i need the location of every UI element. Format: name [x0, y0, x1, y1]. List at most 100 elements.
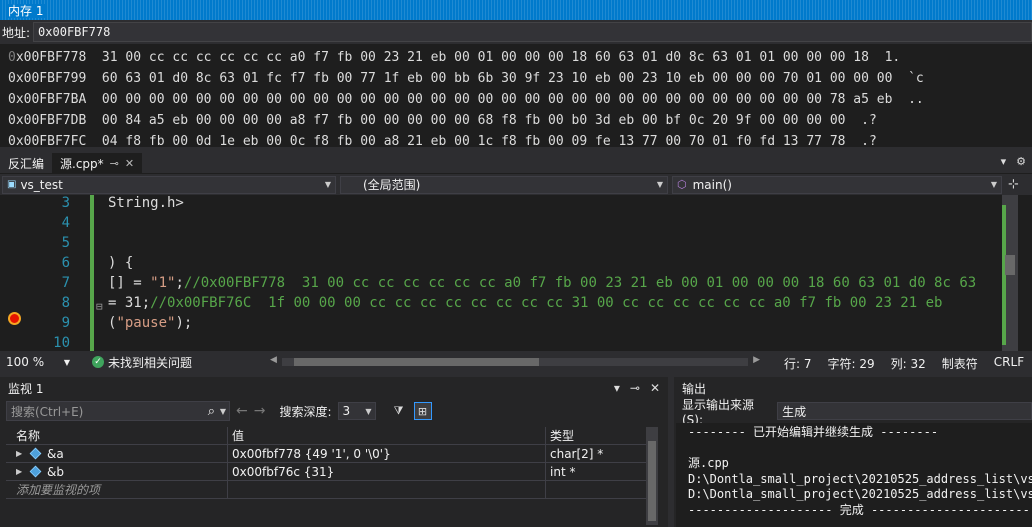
line-gutter: 3 4 5 6 7 8 9 10	[0, 195, 94, 351]
dropdown-icon[interactable]: ▾	[614, 381, 620, 395]
project-label: vs_test	[20, 177, 63, 192]
col-indicator: 列: 32	[890, 357, 926, 371]
output-source-dropdown[interactable]: 生成	[777, 402, 1032, 420]
memory-row-bytes[interactable]: 00 00 00 00 00 00 00 00 00 00 00 00 00 0…	[86, 92, 893, 107]
tab-dropdown-icon[interactable]: ▾	[1001, 155, 1007, 168]
hex-display-icon[interactable]: ⊞	[413, 402, 432, 420]
code-line[interactable]: ) {	[108, 255, 133, 271]
zoom-dropdown[interactable]: 100 % ▼	[6, 353, 74, 371]
chevron-down-icon: ▼	[656, 180, 663, 189]
issues-indicator[interactable]: ✓ 未找到相关问题	[92, 354, 252, 371]
address-label: 地址:	[2, 25, 31, 40]
scroll-thumb[interactable]	[294, 358, 539, 366]
memory-row: 0x00FBF7BA 00 00 00 00 00 00 00 00 00 00…	[8, 89, 1032, 110]
watch-title: 监视 1	[8, 381, 44, 396]
line-number: 8	[61, 295, 70, 311]
watch-vertical-scrollbar[interactable]	[646, 427, 658, 525]
tab-disassembly-label: 反汇编	[8, 156, 45, 171]
scroll-right-icon[interactable]: ▶	[753, 355, 760, 365]
memory-row-bytes[interactable]: 31 00 cc cc cc cc cc cc a0 f7 fb 00 23 2…	[86, 50, 869, 65]
change-indicator-bar	[90, 195, 94, 351]
scroll-thumb[interactable]	[1005, 255, 1015, 275]
column-value[interactable]: 值	[228, 427, 546, 444]
memory-window: 内存 1 地址: 0x00FBF778 0x00FBF778 31 00 cc …	[0, 0, 1032, 149]
memory-row-address: 0x00FBF799	[8, 71, 87, 86]
code-line[interactable]: ("pause");	[108, 315, 192, 331]
memory-row-bytes[interactable]: 60 63 01 d0 8c 63 01 fc f7 fb 00 77 1f e…	[86, 71, 893, 86]
expand-icon[interactable]: ▶	[16, 449, 24, 458]
chevron-down-icon: ▼	[990, 180, 997, 189]
scroll-thumb[interactable]	[648, 441, 656, 521]
breakpoint-icon[interactable]	[8, 312, 21, 325]
split-editor-icon[interactable]: ⊹	[1008, 177, 1019, 192]
search-depth-dropdown[interactable]: 3 ▼	[337, 402, 376, 420]
variable-icon	[29, 447, 42, 460]
close-icon[interactable]: ✕	[650, 381, 660, 395]
close-icon[interactable]: ✕	[125, 157, 134, 170]
chevron-down-icon: ▼	[365, 406, 372, 416]
search-icon[interactable]: ⌕	[208, 404, 215, 419]
column-name[interactable]: 名称	[6, 427, 228, 444]
code-area[interactable]: 3 4 5 6 7 8 9 10 ⊟ String.h>) {[] = "1";//0x00F…	[0, 195, 1032, 351]
eol-indicator[interactable]: CRLF	[994, 355, 1024, 372]
collapse-icon[interactable]: ⊟	[96, 300, 103, 313]
output-line: -------------------- 完成 ----------------…	[688, 502, 1030, 517]
code-line[interactable]: String.h>	[108, 195, 184, 211]
editor-vertical-scrollbar[interactable]	[1002, 195, 1018, 351]
memory-row-address: 0x00FBF7DB	[8, 113, 87, 128]
forward-arrow-icon[interactable]: →	[254, 403, 266, 419]
watch-row[interactable]: ▶ &b 0x00fbf76c {31} int *	[6, 463, 654, 481]
watch-search-input[interactable]: 搜索(Ctrl+E) ⌕ ▼	[6, 401, 230, 421]
tab-source-cpp[interactable]: 源.cpp* ⊸ ✕	[52, 153, 143, 173]
editor-horizontal-scrollbar[interactable]: ◀ ▶	[270, 355, 760, 369]
gear-icon[interactable]: ⚙	[1016, 155, 1026, 168]
navigation-bar: ▣ vs_test ▼ (全局范围) ▼ ⬡ main() ▼ ⊹	[0, 173, 1032, 195]
check-circle-icon: ✓	[92, 356, 104, 368]
pin-icon[interactable]: ⊸	[110, 157, 119, 170]
pin-icon[interactable]: ⊸	[630, 381, 640, 395]
watch-row-name: &b	[47, 464, 64, 479]
output-text[interactable]: -------- 已开始编辑并继续生成 -------- 源.cpp D:\Dont…	[676, 423, 1032, 527]
add-watch-row[interactable]: 添加要监视的项	[6, 481, 654, 499]
watch-row-value[interactable]: 0x00fbf76c {31}	[228, 463, 546, 480]
expand-icon[interactable]: ▶	[16, 467, 24, 476]
chevron-down-icon: ▼	[63, 357, 70, 367]
column-type[interactable]: 类型	[546, 427, 650, 444]
line-number: 5	[61, 235, 70, 251]
memory-window-title[interactable]: 内存 1	[0, 0, 1032, 20]
memory-row: 0x00FBF778 31 00 cc cc cc cc cc cc a0 f7…	[8, 47, 1032, 68]
add-watch-placeholder[interactable]: 添加要监视的项	[6, 481, 228, 498]
memory-title-label: 内存 1	[8, 4, 48, 18]
memory-row-address: 0x00FBF7BA	[8, 92, 87, 107]
code-token: ;	[175, 275, 184, 291]
chevron-down-icon[interactable]: ▼	[220, 407, 226, 416]
code-token: );	[175, 315, 193, 331]
watch-title-bar[interactable]: 监视 1 ▾ ⊸ ✕	[0, 377, 668, 399]
memory-row-bytes[interactable]: 00 84 a5 eb 00 00 00 00 a8 f7 fb 00 00 0…	[86, 113, 846, 128]
method-icon: ⬡	[677, 178, 687, 191]
back-arrow-icon[interactable]: ←	[236, 403, 248, 419]
watch-row[interactable]: ▶ &a 0x00fbf778 {49 '1', 0 '\0'} char[2]…	[6, 445, 654, 463]
watch-row-value[interactable]: 0x00fbf778 {49 '1', 0 '\0'}	[228, 445, 546, 462]
project-dropdown[interactable]: ▣ vs_test ▼	[2, 175, 336, 194]
code-line[interactable]: [] = "1";//0x00FBF778 31 00 cc cc cc cc …	[108, 275, 976, 291]
output-source-bar: 显示输出来源(S): 生成	[674, 398, 1032, 427]
line-number: 4	[61, 215, 70, 231]
filter-icon[interactable]: ⧩	[390, 402, 408, 420]
scroll-left-icon[interactable]: ◀	[270, 355, 277, 365]
code-token: [] =	[108, 275, 151, 291]
address-input[interactable]: 0x00FBF778	[33, 22, 1032, 42]
watch-grid: 名称 值 类型 ▶ &a 0x00fbf778 {49 '1', 0 '\0'}…	[6, 427, 654, 499]
tab-disassembly[interactable]: 反汇编	[0, 153, 52, 173]
member-dropdown[interactable]: ⬡ main() ▼	[672, 175, 1002, 194]
watch-row-type: int *	[550, 464, 576, 479]
output-source-value: 生成	[782, 404, 807, 419]
scope-dropdown[interactable]: (全局范围) ▼	[340, 175, 668, 194]
tabs-indicator[interactable]: 制表符	[942, 355, 978, 372]
memory-rows: 0x00FBF778 31 00 cc cc cc cc cc cc a0 f7…	[0, 44, 1032, 152]
output-title-bar[interactable]: 输出	[674, 377, 1032, 399]
line-number: 10	[53, 335, 70, 351]
code-line[interactable]: = 31;//0x00FBF76C 1f 00 00 00 cc cc cc c…	[108, 295, 942, 311]
watch-row-type: char[2] *	[550, 446, 604, 461]
